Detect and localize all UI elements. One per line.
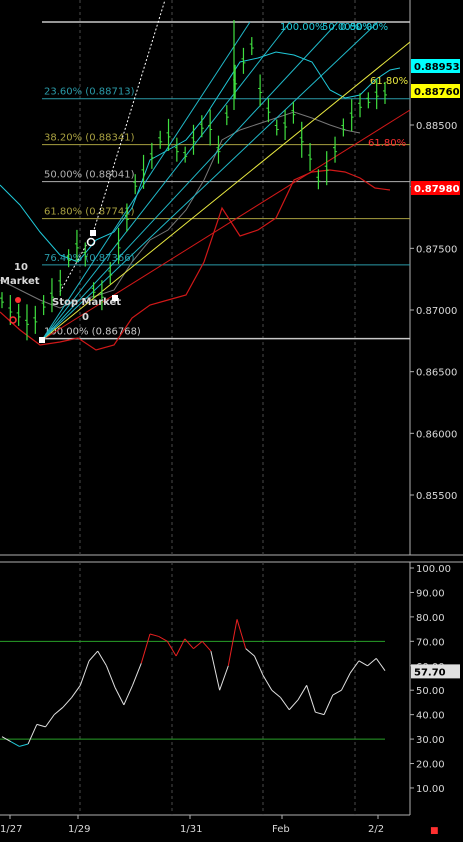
order-type-label: Market xyxy=(0,276,40,287)
price-tick-label: 0.86500 xyxy=(416,368,457,379)
upper-band-badge: 0.88953 xyxy=(414,62,460,73)
lower-band-badge: 0.87980 xyxy=(414,184,460,195)
chart-canvas: 0.885000.880000.875000.870000.865000.860… xyxy=(0,0,463,838)
oscillator-tick-label: 80.00 xyxy=(416,613,445,624)
fib-level-label: 50.00% (0.88041) xyxy=(44,170,135,181)
forex-chart: 0.885000.880000.875000.870000.865000.860… xyxy=(0,0,463,838)
oscillator-tick-label: 10.00 xyxy=(416,784,445,795)
entry-marker xyxy=(15,297,21,303)
price-tick-label: 0.85500 xyxy=(416,491,457,502)
fib-level-label: 23.60% (0.88713) xyxy=(44,87,135,98)
oscillator-tick-label: 30.00 xyxy=(416,735,445,746)
fib-level-label: 100.00% (0.86768) xyxy=(44,327,141,338)
oscillator-tick-label: 20.00 xyxy=(416,760,445,771)
price-mark-label: ■ xyxy=(430,826,439,836)
fan-level-label: 61.80% xyxy=(368,138,406,149)
time-axis-label: 1/27 xyxy=(0,824,22,835)
oscillator-tick-label: 40.00 xyxy=(416,711,445,722)
oscillator-tick-label: 50.00 xyxy=(416,686,445,697)
anchor-handle xyxy=(39,337,45,343)
fib-level-label: 61.80% (0.87741) xyxy=(44,207,135,218)
order-quantity-label: 10 xyxy=(14,262,28,273)
stop-order-label: Stop Market xyxy=(52,297,121,308)
fan-level-label: 50.00% xyxy=(350,22,388,33)
price-tick-label: 0.88500 xyxy=(416,121,457,132)
fib-level-label: 38.20% (0.88341) xyxy=(44,133,135,144)
oscillator-tick-label: 100.00 xyxy=(416,564,451,575)
price-tick-label: 0.86000 xyxy=(416,429,457,440)
price-tick-label: 0.87000 xyxy=(416,306,457,317)
time-axis-label: 1/29 xyxy=(68,824,90,835)
anchor-handle xyxy=(90,230,96,236)
fan-level-label: 61.80% xyxy=(370,76,408,87)
stop-order-qty-label: 0 xyxy=(82,312,89,323)
last-price-badge: 0.88760 xyxy=(414,87,460,98)
fan-level-label: 100.00% xyxy=(280,22,325,33)
price-tick-label: 0.87500 xyxy=(416,244,457,255)
oscillator-value-badge: 57.70 xyxy=(414,667,446,678)
time-axis-label: 2/2 xyxy=(368,824,384,835)
time-axis-label: Feb xyxy=(272,824,290,835)
oscillator-tick-label: 70.00 xyxy=(416,637,445,648)
oscillator-tick-label: 90.00 xyxy=(416,588,445,599)
time-axis-label: 1/31 xyxy=(180,824,202,835)
anchor-handle xyxy=(112,295,118,301)
